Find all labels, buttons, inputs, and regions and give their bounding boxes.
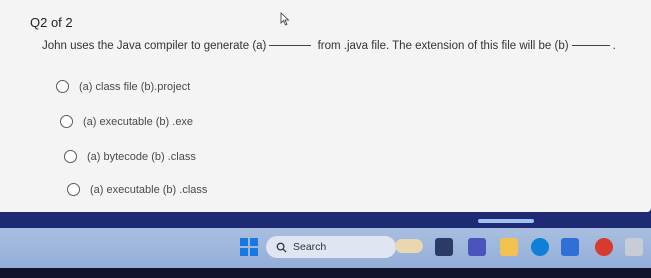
radio-button-icon[interactable] xyxy=(56,80,69,93)
answer-option-1[interactable]: (a) class file (b).project xyxy=(56,80,190,93)
search-icon xyxy=(276,242,287,253)
mouse-cursor-icon xyxy=(280,12,290,26)
edge-icon[interactable] xyxy=(531,238,549,256)
start-icon[interactable] xyxy=(240,238,258,256)
radio-button-icon[interactable] xyxy=(60,115,73,128)
answer-option-2[interactable]: (a) executable (b) .exe xyxy=(60,115,193,128)
answer-option-3[interactable]: (a) bytecode (b) .class xyxy=(64,150,196,163)
app-icon[interactable] xyxy=(625,238,643,256)
taskbar: Search xyxy=(0,228,651,268)
teams-icon[interactable] xyxy=(468,238,486,256)
chrome-icon[interactable] xyxy=(595,238,613,256)
blank-b xyxy=(571,45,610,46)
blank-a xyxy=(269,45,312,46)
taskbar-search-box[interactable]: Search xyxy=(266,236,396,258)
answer-option-4[interactable]: (a) executable (b) .class xyxy=(67,183,207,196)
answer-option-label: (a) executable (b) .class xyxy=(90,183,208,196)
question-part-2: from .java file. The extension of this f… xyxy=(317,40,569,52)
store-icon[interactable] xyxy=(561,238,579,256)
answer-option-label: (a) executable (b) .exe xyxy=(83,115,194,128)
question-part-3: . xyxy=(612,40,616,52)
quiz-panel: Q2 of 2 John uses the Java compiler to g… xyxy=(0,0,651,212)
answer-option-label: (a) bytecode (b) .class xyxy=(87,150,196,163)
widgets-icon[interactable] xyxy=(395,239,423,253)
file-explorer-icon[interactable] xyxy=(500,238,518,256)
screen: Q2 of 2 John uses the Java compiler to g… xyxy=(0,0,651,278)
question-part-1: John uses the Java compiler to generate … xyxy=(42,40,267,52)
scrollbar-thumb[interactable] xyxy=(478,219,534,223)
task-view-icon[interactable] xyxy=(435,238,453,256)
answer-option-label: (a) class file (b).project xyxy=(79,80,191,93)
question-text: John uses the Java compiler to generate … xyxy=(42,40,616,52)
radio-button-icon[interactable] xyxy=(64,150,77,163)
question-counter: Q2 of 2 xyxy=(30,15,73,30)
screen-bezel xyxy=(0,268,651,278)
search-label: Search xyxy=(293,241,327,253)
radio-button-icon[interactable] xyxy=(67,183,80,196)
